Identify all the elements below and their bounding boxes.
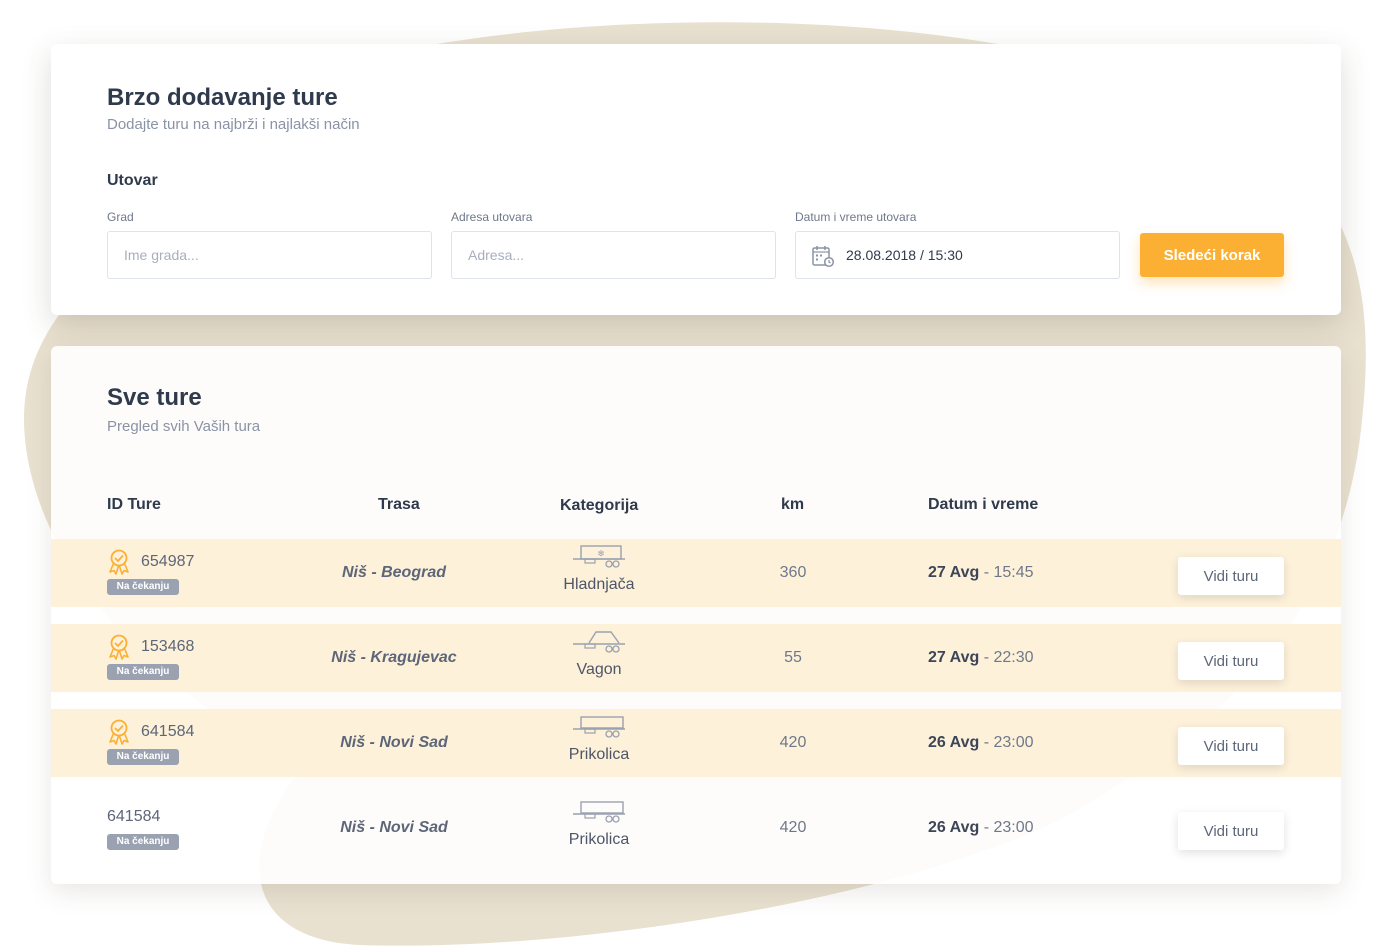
tour-route: Niš - Novi Sad bbox=[340, 819, 448, 836]
loading-section-label: Utovar bbox=[107, 172, 158, 189]
tour-time: - 23:00 bbox=[983, 734, 1034, 751]
table-row: 153468 Na čekanju Niš - Kragujevac Vagon 55 2… bbox=[51, 624, 1341, 692]
address-label: Adresa utovara bbox=[451, 210, 533, 224]
column-header-category: Kategorija bbox=[560, 497, 639, 514]
tour-date: 27 Avg bbox=[928, 649, 980, 666]
quick-add-title: Brzo dodavanje ture bbox=[107, 84, 338, 111]
view-tour-button[interactable]: Vidi turu bbox=[1178, 642, 1284, 680]
status-badge: Na čekanju bbox=[107, 664, 179, 680]
tour-category: Prikolica bbox=[568, 746, 630, 763]
tour-date: 26 Avg bbox=[928, 819, 980, 836]
tours-subtitle: Pregled svih Vaših tura bbox=[107, 418, 261, 435]
tour-route: Niš - Novi Sad bbox=[340, 734, 448, 751]
award-icon bbox=[109, 549, 129, 575]
quick-add-card: Brzo dodavanje ture Dodajte turu na najb… bbox=[51, 44, 1341, 315]
svg-text:❄: ❄ bbox=[597, 550, 605, 560]
tour-route: Niš - Beograd bbox=[341, 564, 446, 581]
trailer-icon bbox=[573, 801, 625, 823]
tour-id: 153468 bbox=[141, 638, 195, 655]
datetime-label: Datum i vreme utovara bbox=[795, 210, 917, 224]
view-tour-button[interactable]: Vidi turu bbox=[1178, 557, 1284, 595]
column-header-route: Trasa bbox=[378, 496, 420, 513]
datetime-input[interactable] bbox=[795, 231, 1120, 279]
tour-km: 360 bbox=[779, 564, 807, 581]
city-label: Grad bbox=[107, 210, 134, 224]
tour-time: - 15:45 bbox=[983, 564, 1034, 581]
tour-route: Niš - Kragujevac bbox=[331, 649, 457, 666]
trailer-icon bbox=[573, 716, 625, 738]
view-tour-button[interactable]: Vidi turu bbox=[1178, 812, 1284, 850]
tour-date: 27 Avg bbox=[928, 564, 980, 581]
quick-add-subtitle: Dodajte turu na najbrži i najlakši način bbox=[107, 116, 360, 133]
calendar-icon bbox=[812, 246, 835, 268]
view-tour-button[interactable]: Vidi turu bbox=[1178, 727, 1284, 765]
tour-id: 654987 bbox=[141, 553, 195, 570]
table-row: 641584 Na čekanju Niš - Novi Sad Prikolica 4… bbox=[51, 794, 1341, 862]
status-badge: Na čekanju bbox=[107, 579, 179, 595]
award-icon bbox=[109, 719, 129, 745]
tour-km: 420 bbox=[779, 734, 807, 751]
tour-id: 641584 bbox=[141, 723, 195, 740]
column-header-km: km bbox=[781, 496, 805, 513]
tour-id: 641584 bbox=[107, 808, 161, 825]
tour-date: 26 Avg bbox=[928, 734, 980, 751]
next-step-button[interactable]: Sledeći korak bbox=[1140, 233, 1284, 277]
address-input[interactable] bbox=[451, 231, 776, 279]
tour-category: Hladnjača bbox=[563, 576, 635, 593]
tour-datetime: 26 Avg - 23:00 bbox=[928, 734, 1034, 752]
tour-time: - 22:30 bbox=[983, 649, 1034, 666]
award-icon bbox=[109, 634, 129, 660]
wagon-icon bbox=[573, 631, 625, 653]
tour-datetime: 27 Avg - 22:30 bbox=[928, 649, 1034, 667]
tours-card: Sve ture Pregled svih Vaših tura ID Ture… bbox=[51, 346, 1341, 884]
tour-datetime: 26 Avg - 23:00 bbox=[928, 819, 1034, 837]
tour-category: Prikolica bbox=[568, 831, 630, 848]
tours-title: Sve ture bbox=[107, 384, 202, 411]
tour-km: 55 bbox=[784, 649, 802, 666]
tour-datetime: 27 Avg - 15:45 bbox=[928, 564, 1034, 582]
tour-km: 420 bbox=[779, 819, 807, 836]
tour-time: - 23:00 bbox=[983, 819, 1034, 836]
city-input[interactable] bbox=[107, 231, 432, 279]
tour-category: Vagon bbox=[576, 661, 622, 678]
status-badge: Na čekanju bbox=[107, 834, 179, 850]
table-row: 654987 Na čekanju Niš - Beograd ❄ Hladnjača 3… bbox=[51, 539, 1341, 607]
refrigerated-truck-icon: ❄ bbox=[573, 545, 625, 568]
column-header-id: ID Ture bbox=[107, 496, 161, 513]
table-row: 641584 Na čekanju Niš - Novi Sad Prikolica 4… bbox=[51, 709, 1341, 777]
status-badge: Na čekanju bbox=[107, 749, 179, 765]
column-header-datetime: Datum i vreme bbox=[928, 496, 1039, 513]
